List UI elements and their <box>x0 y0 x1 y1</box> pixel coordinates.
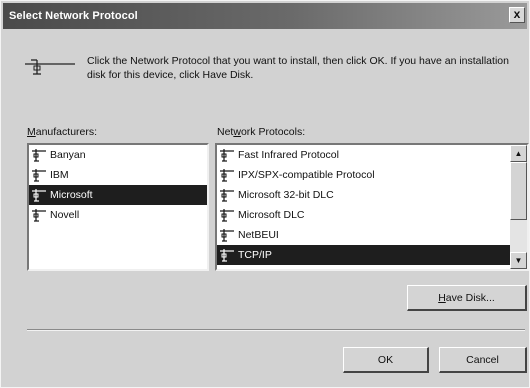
select-network-protocol-dialog: Select Network Protocol x Click the Netw… <box>0 0 530 388</box>
manufacturer-item-label: Banyan <box>50 149 86 161</box>
network-cable-icon <box>25 59 75 75</box>
network-protocol-icon <box>220 229 234 242</box>
manufacturers-label: Manufacturers: <box>27 126 97 138</box>
protocols-scrollbar[interactable]: ▲ ▼ <box>510 145 527 269</box>
protocol-item-label: Microsoft 32-bit DLC <box>238 189 334 201</box>
scroll-thumb[interactable] <box>510 162 527 220</box>
window-title: Select Network Protocol <box>9 10 138 22</box>
protocol-item-label: IPX/SPX-compatible Protocol <box>238 169 375 181</box>
protocol-item-label: Fast Infrared Protocol <box>238 149 339 161</box>
manufacturer-item-label: Novell <box>50 209 80 221</box>
manufacturers-label-accel: M <box>27 126 36 138</box>
manufacturers-list[interactable]: Banyan IBM Microsoft Novell <box>27 143 209 271</box>
protocol-item[interactable]: Microsoft 32-bit DLC <box>217 185 510 205</box>
protocol-item[interactable]: Microsoft DLC <box>217 205 510 225</box>
protocol-item[interactable]: NetBEUI <box>217 225 510 245</box>
network-protocol-icon <box>220 209 234 222</box>
separator-line <box>27 329 525 331</box>
scroll-up-button[interactable]: ▲ <box>510 145 527 162</box>
ok-button[interactable]: OK <box>343 347 429 373</box>
protocol-item-label: TCP/IP <box>238 249 272 261</box>
network-protocol-icon <box>220 169 234 182</box>
close-button[interactable]: x <box>509 7 525 23</box>
network-protocol-icon <box>220 249 234 262</box>
network-protocols-items: Fast Infrared Protocol IPX/SPX-compatible… <box>217 145 510 265</box>
protocol-item[interactable]: Fast Infrared Protocol <box>217 145 510 165</box>
manufacturer-item-label: IBM <box>50 169 69 181</box>
protocol-item-label: Microsoft DLC <box>238 209 305 221</box>
protocol-item[interactable]: IPX/SPX-compatible Protocol <box>217 165 510 185</box>
network-protocol-icon <box>32 189 46 202</box>
manufacturer-item[interactable]: Microsoft <box>29 185 207 205</box>
manufacturers-label-text: anufacturers: <box>35 126 98 138</box>
network-protocol-icon <box>32 149 46 162</box>
manufacturer-item[interactable]: Banyan <box>29 145 207 165</box>
manufacturer-item-label: Microsoft <box>50 189 93 201</box>
network-protocols-list[interactable]: Fast Infrared Protocol IPX/SPX-compatible… <box>215 143 529 271</box>
have-disk-button[interactable]: Have Disk... <box>407 285 527 311</box>
title-bar[interactable]: Select Network Protocol x <box>3 3 527 29</box>
manufacturer-item[interactable]: Novell <box>29 205 207 225</box>
have-disk-accel: H <box>438 291 446 304</box>
network-protocols-label: Network Protocols: <box>217 126 305 138</box>
network-protocol-icon <box>32 209 46 222</box>
instructions-text: Click the Network Protocol that you want… <box>87 55 509 81</box>
network-protocol-icon <box>32 169 46 182</box>
network-protocols-label-accel: w <box>233 126 241 138</box>
network-protocols-label-start: Net <box>217 126 234 138</box>
network-protocol-icon <box>220 189 234 202</box>
scroll-down-button[interactable]: ▼ <box>510 252 527 269</box>
protocol-item[interactable]: TCP/IP <box>217 245 510 265</box>
cancel-button[interactable]: Cancel <box>439 347 527 373</box>
protocol-item-label: NetBEUI <box>238 229 279 241</box>
have-disk-label: ave Disk... <box>445 291 495 304</box>
network-protocols-label-end: ork Protocols: <box>240 126 306 138</box>
manufacturer-item[interactable]: IBM <box>29 165 207 185</box>
network-protocol-icon <box>220 149 234 162</box>
